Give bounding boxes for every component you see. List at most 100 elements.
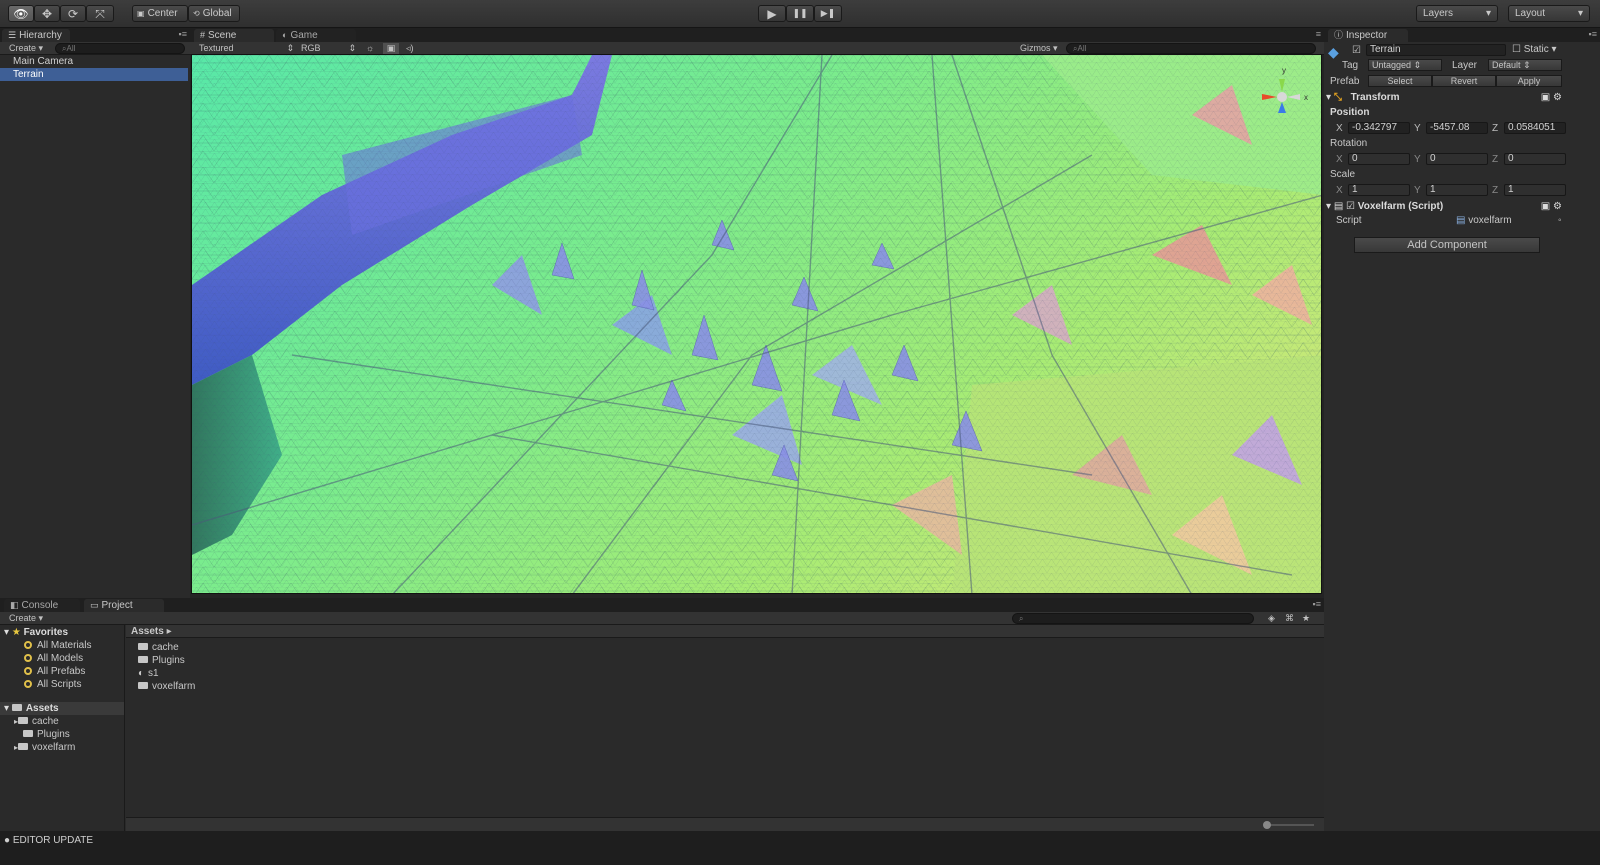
favorites-star-icon[interactable]: ★	[1302, 613, 1310, 624]
active-checkbox[interactable]: ☑	[1352, 45, 1361, 56]
project-folder-icon: ▭	[90, 600, 99, 610]
step-icon: ▶❚	[820, 8, 836, 18]
layers-dropdown[interactable]: Layers ▾	[1416, 5, 1498, 22]
slider-thumb[interactable]	[1263, 821, 1271, 829]
filter-by-type-icon[interactable]: ◈	[1268, 613, 1275, 624]
search-icon	[24, 654, 32, 662]
rotate-tool-button[interactable]: ⟳	[60, 5, 86, 22]
rotation-z-field[interactable]: 0	[1504, 153, 1566, 165]
tag-dropdown[interactable]: Untagged ⇕	[1368, 59, 1442, 71]
scale-y-field[interactable]: 1	[1426, 184, 1488, 196]
channel-dropdown[interactable]: RGB ⇕	[301, 43, 356, 54]
script-reference-field[interactable]: ▤ voxelfarm	[1456, 215, 1512, 226]
project-search-input[interactable]: ⌕	[1012, 613, 1254, 624]
scale-x-field[interactable]: 1	[1348, 184, 1410, 196]
favorite-all-materials[interactable]: All Materials	[24, 639, 91, 652]
prefab-apply-button[interactable]: Apply	[1496, 75, 1562, 87]
status-bar: ● EDITOR UPDATE	[0, 831, 1600, 865]
project-create-dropdown[interactable]: Create ▾	[9, 613, 43, 624]
foldout-arrow-icon: ▾	[4, 703, 10, 714]
space-global-button[interactable]: ⟲ Global	[188, 5, 240, 22]
render-mode-dropdown[interactable]: Textured ⇕	[199, 43, 294, 54]
enabled-checkbox[interactable]: ☑	[1346, 201, 1355, 212]
position-z-field[interactable]: 0.0584051	[1504, 122, 1566, 134]
asset-item[interactable]: voxelfarm	[138, 680, 195, 693]
pause-button[interactable]: ❚❚	[786, 5, 814, 22]
panel-menu-icon[interactable]: ▪≡	[179, 29, 187, 39]
move-tool-button[interactable]: ✥	[34, 5, 60, 22]
component-settings-icon[interactable]: ▣ ⚙	[1541, 92, 1562, 103]
hierarchy-item-main-camera[interactable]: Main Camera	[0, 55, 188, 68]
favorite-all-scripts[interactable]: All Scripts	[24, 678, 81, 691]
hierarchy-create-dropdown[interactable]: Create ▾	[9, 43, 43, 54]
prefab-revert-button[interactable]: Revert	[1432, 75, 1496, 87]
pause-icon: ❚❚	[792, 8, 808, 18]
info-icon: ⓘ	[1334, 30, 1344, 40]
prefab-select-button[interactable]: Select	[1368, 75, 1432, 87]
hierarchy-item-terrain[interactable]: Terrain	[0, 68, 188, 81]
rotation-x-field[interactable]: 0	[1348, 153, 1410, 165]
star-icon: ★	[11, 627, 21, 638]
scale-z-field[interactable]: 1	[1504, 184, 1566, 196]
scale-x-axis: X	[1336, 185, 1343, 196]
pivot-center-button[interactable]: ▣ Center	[132, 5, 188, 22]
panel-menu-icon[interactable]: ≡	[1316, 29, 1321, 39]
tree-folder-voxelfarm[interactable]: ▸ voxelfarm	[14, 741, 75, 754]
layout-dropdown[interactable]: Layout ▾	[1508, 5, 1590, 22]
folder-icon	[138, 656, 148, 663]
favorite-all-prefabs[interactable]: All Prefabs	[24, 665, 85, 678]
add-component-button[interactable]: Add Component	[1354, 237, 1540, 253]
layer-dropdown[interactable]: Default ⇕	[1488, 59, 1562, 71]
position-y-field[interactable]: -5457.08	[1426, 122, 1488, 134]
gizmos-dropdown[interactable]: Gizmos ▾	[1020, 43, 1058, 54]
tab-inspector[interactable]: ⓘ Inspector	[1328, 29, 1408, 42]
tab-game[interactable]: ◐ Game	[276, 29, 356, 42]
dropdown-arrow-icon: ▾	[1577, 8, 1583, 19]
position-x-field[interactable]: -0.342797	[1348, 122, 1410, 134]
audio-toggle-icon[interactable]: ◃)	[406, 43, 414, 54]
panel-menu-icon[interactable]: ▪≡	[1589, 29, 1597, 39]
transform-header[interactable]: ▾ ⤡ Transform ▣ ⚙	[1326, 92, 1566, 106]
rotation-y-field[interactable]: 0	[1426, 153, 1488, 165]
prefab-label: Prefab	[1330, 76, 1360, 87]
image-toggle-icon[interactable]: ▣	[383, 43, 399, 54]
dropdown-arrow-icon: ▾	[1485, 8, 1491, 19]
static-checkbox[interactable]: ☐ Static ▾	[1512, 44, 1557, 55]
scale-z-axis: Z	[1492, 185, 1499, 196]
foldout-arrow-icon: ▾	[1326, 201, 1332, 212]
tab-console[interactable]: ◧ Console	[4, 599, 80, 612]
tree-folder-plugins[interactable]: Plugins	[23, 728, 70, 741]
object-name-field[interactable]: Terrain	[1366, 44, 1506, 56]
cube-icon: ◆	[1328, 44, 1339, 60]
hierarchy-search-input[interactable]: ⌕All	[55, 43, 185, 54]
tab-project[interactable]: ▭ Project	[84, 599, 164, 612]
favorites-header[interactable]: ▾ ★ Favorites	[4, 626, 68, 639]
icon-size-slider[interactable]	[1263, 821, 1314, 829]
view-tool-button[interactable]: 👁	[8, 5, 34, 22]
rotation-x-axis: X	[1336, 154, 1343, 165]
tab-scene[interactable]: # Scene	[194, 29, 274, 42]
scale-tool-button[interactable]: ⤧	[86, 5, 114, 22]
component-settings-icon[interactable]: ▣ ⚙	[1541, 201, 1562, 212]
breadcrumb-assets[interactable]: Assets ▸	[131, 625, 172, 638]
asset-item[interactable]: cache	[138, 641, 179, 654]
foldout-arrow-icon: ▾	[1326, 92, 1332, 103]
play-button[interactable]: ▶	[758, 5, 786, 22]
tree-folder-cache[interactable]: ▸ cache	[14, 715, 59, 728]
step-button[interactable]: ▶❚	[814, 5, 842, 22]
status-text: ● EDITOR UPDATE	[4, 835, 94, 846]
folder-icon	[138, 682, 148, 689]
move-icon: ✥	[41, 6, 53, 21]
panel-menu-icon[interactable]: ▪≡	[1313, 599, 1321, 609]
scene-search-input[interactable]: ⌕All	[1066, 43, 1316, 54]
asset-item[interactable]: Plugins	[138, 654, 185, 667]
filter-by-label-icon[interactable]: ⌘	[1285, 613, 1294, 624]
lighting-toggle-icon[interactable]: ☼	[366, 43, 374, 54]
tab-hierarchy[interactable]: ☰ Hierarchy	[2, 29, 70, 42]
favorite-all-models[interactable]: All Models	[24, 652, 83, 665]
asset-item[interactable]: ◐ s1	[138, 667, 159, 680]
assets-root[interactable]: ▾ Assets	[0, 702, 124, 715]
voxelfarm-script-header[interactable]: ▾ ▤ ☑ Voxelfarm (Script) ▣ ⚙	[1326, 201, 1566, 215]
scene-viewport[interactable]: y x	[191, 54, 1322, 594]
object-picker-icon[interactable]: ◦	[1558, 215, 1562, 226]
